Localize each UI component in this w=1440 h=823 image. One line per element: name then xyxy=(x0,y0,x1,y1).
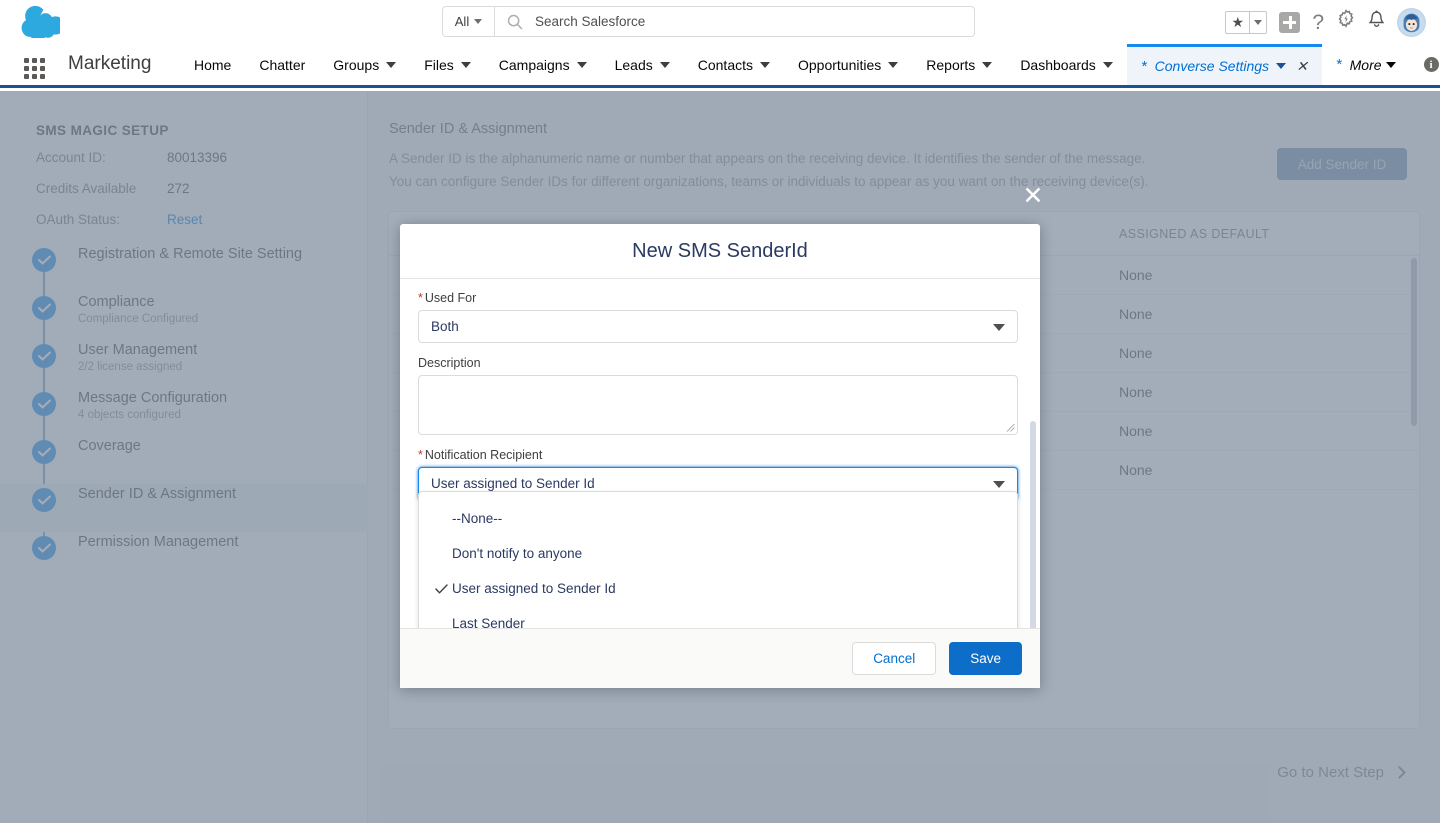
close-icon[interactable]: ✕ xyxy=(1296,58,1308,75)
nav-item-leads[interactable]: Leads xyxy=(601,44,684,85)
nav-item-list: Home Chatter Groups Files Campaigns Lead… xyxy=(180,44,1440,85)
nav-item-label: Chatter xyxy=(259,56,306,73)
chevron-down-icon[interactable] xyxy=(1276,63,1287,69)
search-scope-selector[interactable]: All xyxy=(443,7,495,36)
field-used-for: * Used For Both xyxy=(418,291,1022,343)
setup-gear-icon[interactable] xyxy=(1336,9,1356,35)
nav-item-label: Campaigns xyxy=(498,56,570,73)
nav-item-chatter[interactable]: Chatter xyxy=(245,44,319,85)
nav-item-groups[interactable]: Groups xyxy=(319,44,410,85)
app-navigation-bar: Marketing Home Chatter Groups Files Camp… xyxy=(0,44,1440,88)
save-button[interactable]: Save xyxy=(949,642,1022,675)
new-sms-senderid-modal: New SMS SenderId * Used For Both Descript… xyxy=(400,224,1040,688)
tab-converse-settings[interactable]: * Converse Settings ✕ xyxy=(1126,44,1322,85)
chevron-down-icon[interactable] xyxy=(1102,61,1113,68)
chevron-down-icon[interactable] xyxy=(993,481,1005,488)
nav-item-label: Leads xyxy=(614,56,653,73)
modal-title: New SMS SenderId xyxy=(632,239,808,262)
add-icon[interactable] xyxy=(1279,11,1301,33)
global-search-bar[interactable]: All Search Salesforce xyxy=(442,6,975,37)
favorites-button-group[interactable]: ★ xyxy=(1225,10,1268,34)
nav-item-more[interactable]: * More xyxy=(1322,44,1410,85)
unsaved-marker: * xyxy=(1335,56,1342,73)
favorites-dropdown-icon[interactable] xyxy=(1249,11,1266,33)
search-icon xyxy=(495,14,535,30)
required-marker: * xyxy=(418,448,423,462)
chevron-down-icon xyxy=(474,19,483,24)
option-label: User assigned to Sender Id xyxy=(452,581,616,596)
unsaved-marker: * xyxy=(1140,57,1147,75)
nav-item-label: Groups xyxy=(333,56,380,73)
dropdown-option-user-assigned-to-sender-id[interactable]: User assigned to Sender Id xyxy=(419,571,1017,606)
label-text: Notification Recipient xyxy=(424,448,543,462)
cancel-button[interactable]: Cancel xyxy=(852,642,937,675)
used-for-value: Both xyxy=(431,319,459,334)
chevron-down-icon[interactable] xyxy=(386,61,397,68)
header-icon-group: ★ ? xyxy=(1225,4,1426,40)
field-label-used-for: * Used For xyxy=(418,291,1022,305)
app-launcher-waffle-icon[interactable] xyxy=(24,58,45,79)
nav-item-label: Dashboards xyxy=(1020,56,1096,73)
field-description: Description xyxy=(418,356,1022,435)
chevron-down-icon[interactable] xyxy=(659,61,670,68)
nav-item-label: Reports xyxy=(926,56,976,73)
help-icon[interactable]: ? xyxy=(1312,12,1324,33)
nav-item-label: Files xyxy=(424,56,454,73)
more-label: More xyxy=(1349,56,1382,73)
favorites-star-icon[interactable]: ★ xyxy=(1226,12,1249,33)
nav-item-dashboards[interactable]: Dashboards xyxy=(1006,44,1127,85)
notification-recipient-dropdown-list[interactable]: --None-- Don't notify to anyone User ass… xyxy=(418,491,1018,628)
dropdown-option-none[interactable]: --None-- xyxy=(419,501,1017,536)
modal-footer: Cancel Save xyxy=(400,628,1040,688)
nav-item-label: Home xyxy=(194,56,232,73)
global-header: All Search Salesforce ★ ? xyxy=(0,0,1440,44)
chevron-down-icon[interactable] xyxy=(760,61,770,68)
notification-recipient-value: User assigned to Sender Id xyxy=(431,476,595,491)
modal-body: * Used For Both Description * Notificati… xyxy=(400,279,1040,628)
search-scope-label: All xyxy=(454,14,470,29)
salesforce-app-window: All Search Salesforce ★ ? Marketing Home… xyxy=(0,0,1440,823)
chevron-down-icon[interactable] xyxy=(982,61,993,68)
dropdown-option-dont-notify-to-anyone[interactable]: Don't notify to anyone xyxy=(419,536,1017,571)
tab-label: Converse Settings xyxy=(1154,58,1270,74)
description-textarea[interactable] xyxy=(418,375,1018,435)
dropdown-option-last-sender[interactable]: Last Sender xyxy=(419,606,1017,628)
modal-body-scrollbar[interactable] xyxy=(1030,421,1036,628)
option-label: --None-- xyxy=(452,511,503,526)
option-label: Last Sender xyxy=(452,616,525,628)
chevron-down-icon[interactable] xyxy=(576,61,587,68)
nav-item-campaigns[interactable]: Campaigns xyxy=(485,44,601,85)
user-avatar[interactable] xyxy=(1397,7,1426,37)
chevron-down-icon[interactable] xyxy=(1385,61,1396,68)
resize-grip-icon[interactable] xyxy=(1006,423,1015,432)
notifications-bell-icon[interactable] xyxy=(1368,10,1385,34)
modal-header: New SMS SenderId xyxy=(400,224,1040,279)
chevron-down-icon[interactable] xyxy=(888,61,899,68)
app-name-label[interactable]: Marketing xyxy=(68,53,151,75)
nav-info-button[interactable]: i xyxy=(1410,44,1440,85)
field-label-notification-recipient: * Notification Recipient xyxy=(418,448,1022,462)
nav-item-reports[interactable]: Reports xyxy=(912,44,1006,85)
modal-close-icon[interactable]: ✕ xyxy=(1020,183,1046,209)
label-text: Description xyxy=(418,356,481,370)
nav-item-contacts[interactable]: Contacts xyxy=(684,44,784,85)
search-input[interactable]: Search Salesforce xyxy=(535,14,645,29)
nav-item-home[interactable]: Home xyxy=(180,44,245,85)
chevron-down-icon[interactable] xyxy=(993,324,1005,331)
required-marker: * xyxy=(418,291,423,305)
nav-item-label: Contacts xyxy=(697,56,753,73)
salesforce-cloud-logo[interactable] xyxy=(16,4,65,42)
used-for-select[interactable]: Both xyxy=(418,310,1018,343)
chevron-down-icon[interactable] xyxy=(460,61,471,68)
option-label: Don't notify to anyone xyxy=(452,546,583,561)
nav-item-opportunities[interactable]: Opportunities xyxy=(784,44,912,85)
info-icon[interactable]: i xyxy=(1423,57,1439,72)
label-text: Used For xyxy=(424,291,477,305)
nav-item-files[interactable]: Files xyxy=(410,44,485,85)
nav-item-label: Opportunities xyxy=(798,56,882,73)
field-label-description: Description xyxy=(418,356,1022,370)
check-icon xyxy=(435,583,451,594)
